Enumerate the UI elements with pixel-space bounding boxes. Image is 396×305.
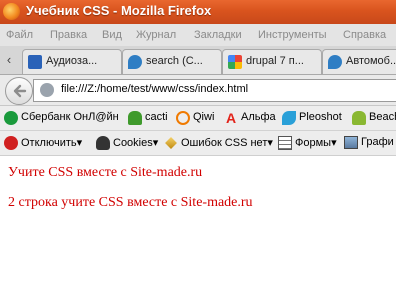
bookmark-label: Beach bbox=[369, 111, 396, 123]
menu-history[interactable]: Журнал bbox=[136, 29, 176, 41]
tab-label: Аудиоза... bbox=[46, 55, 98, 67]
drupal-icon bbox=[128, 55, 142, 69]
bookmarks-toolbar: Сбербанк ОнЛ@йн cacti Qiwi A Альфа Pleos… bbox=[0, 106, 396, 131]
navigation-bar: file:///Z:/home/test/www/css/index.html bbox=[0, 75, 396, 106]
bookmark-label: Альфа bbox=[241, 111, 276, 123]
web-developer-toolbar: Отключить▾ Cookies▾ Ошибок CSS нет▾ Форм… bbox=[0, 131, 396, 156]
menu-help[interactable]: Справка bbox=[343, 29, 386, 41]
toolbar-label: Графи bbox=[361, 136, 394, 148]
bookmark-label: cacti bbox=[145, 111, 168, 123]
firefox-logo-icon[interactable] bbox=[3, 3, 20, 20]
title-bar: Учебник CSS - Mozilla Firefox bbox=[0, 0, 396, 24]
bookmark-label: Pleoshot bbox=[299, 111, 342, 123]
drupal-icon bbox=[328, 55, 342, 69]
menu-edit[interactable]: Правка bbox=[50, 29, 87, 41]
menu-view[interactable]: Вид bbox=[102, 29, 122, 41]
android-icon bbox=[352, 111, 366, 125]
window-title: Учебник CSS - Mozilla Firefox bbox=[26, 3, 212, 18]
qiwi-icon bbox=[176, 111, 190, 125]
toolbar-label: Cookies▾ bbox=[113, 137, 159, 149]
pleoshot-icon bbox=[282, 111, 296, 125]
toolbar-label: Формы▾ bbox=[295, 137, 337, 149]
cacti-icon bbox=[128, 111, 142, 125]
back-button[interactable] bbox=[5, 77, 33, 105]
tab-auto[interactable]: Автомоб... bbox=[322, 49, 396, 74]
tab-drupal[interactable]: drupal 7 п... bbox=[222, 49, 322, 74]
address-url: file:///Z:/home/test/www/css/index.html bbox=[61, 83, 249, 95]
google-icon bbox=[228, 55, 242, 69]
menu-bar: Файл Правка Вид Журнал Закладки Инструме… bbox=[0, 24, 396, 47]
bookmark-label: Сбербанк ОнЛ@йн bbox=[21, 111, 119, 123]
css-wand-icon bbox=[165, 137, 177, 149]
tab-label: drupal 7 п... bbox=[246, 55, 304, 67]
globe-icon bbox=[40, 83, 54, 97]
tab-bar: ‹ Аудиоза... search (C... drupal 7 п... … bbox=[0, 46, 396, 75]
forms-icon bbox=[278, 136, 292, 150]
menu-tools[interactable]: Инструменты bbox=[258, 29, 327, 41]
disable-icon bbox=[4, 136, 18, 150]
sberbank-icon bbox=[4, 111, 18, 125]
tab-audio[interactable]: Аудиоза... bbox=[22, 49, 122, 74]
images-icon bbox=[344, 136, 358, 149]
alfa-icon: A bbox=[225, 110, 237, 126]
menu-bookmarks[interactable]: Закладки bbox=[194, 29, 242, 41]
audio-icon bbox=[28, 55, 42, 69]
menu-file[interactable]: Файл bbox=[6, 29, 33, 41]
page-content: Учите CSS вместе с Site-made.ru 2 строка… bbox=[0, 156, 396, 305]
content-line-2: 2 строка учите CSS вместе с Site-made.ru bbox=[8, 195, 253, 210]
tab-search[interactable]: search (C... bbox=[122, 49, 222, 74]
toolbar-label: Ошибок CSS нет▾ bbox=[181, 137, 273, 149]
toolbar-label: Отключить▾ bbox=[21, 137, 83, 149]
back-arrow-icon bbox=[13, 84, 27, 98]
tab-label: search (C... bbox=[146, 55, 203, 67]
tab-label: Автомоб... bbox=[346, 55, 396, 67]
content-line-1: Учите CSS вместе с Site-made.ru bbox=[8, 165, 203, 180]
bookmark-label: Qiwi bbox=[193, 111, 215, 123]
cookies-icon bbox=[96, 136, 110, 150]
tab-scroll-left-icon[interactable]: ‹ bbox=[2, 52, 16, 68]
address-bar[interactable]: file:///Z:/home/test/www/css/index.html bbox=[33, 79, 396, 102]
